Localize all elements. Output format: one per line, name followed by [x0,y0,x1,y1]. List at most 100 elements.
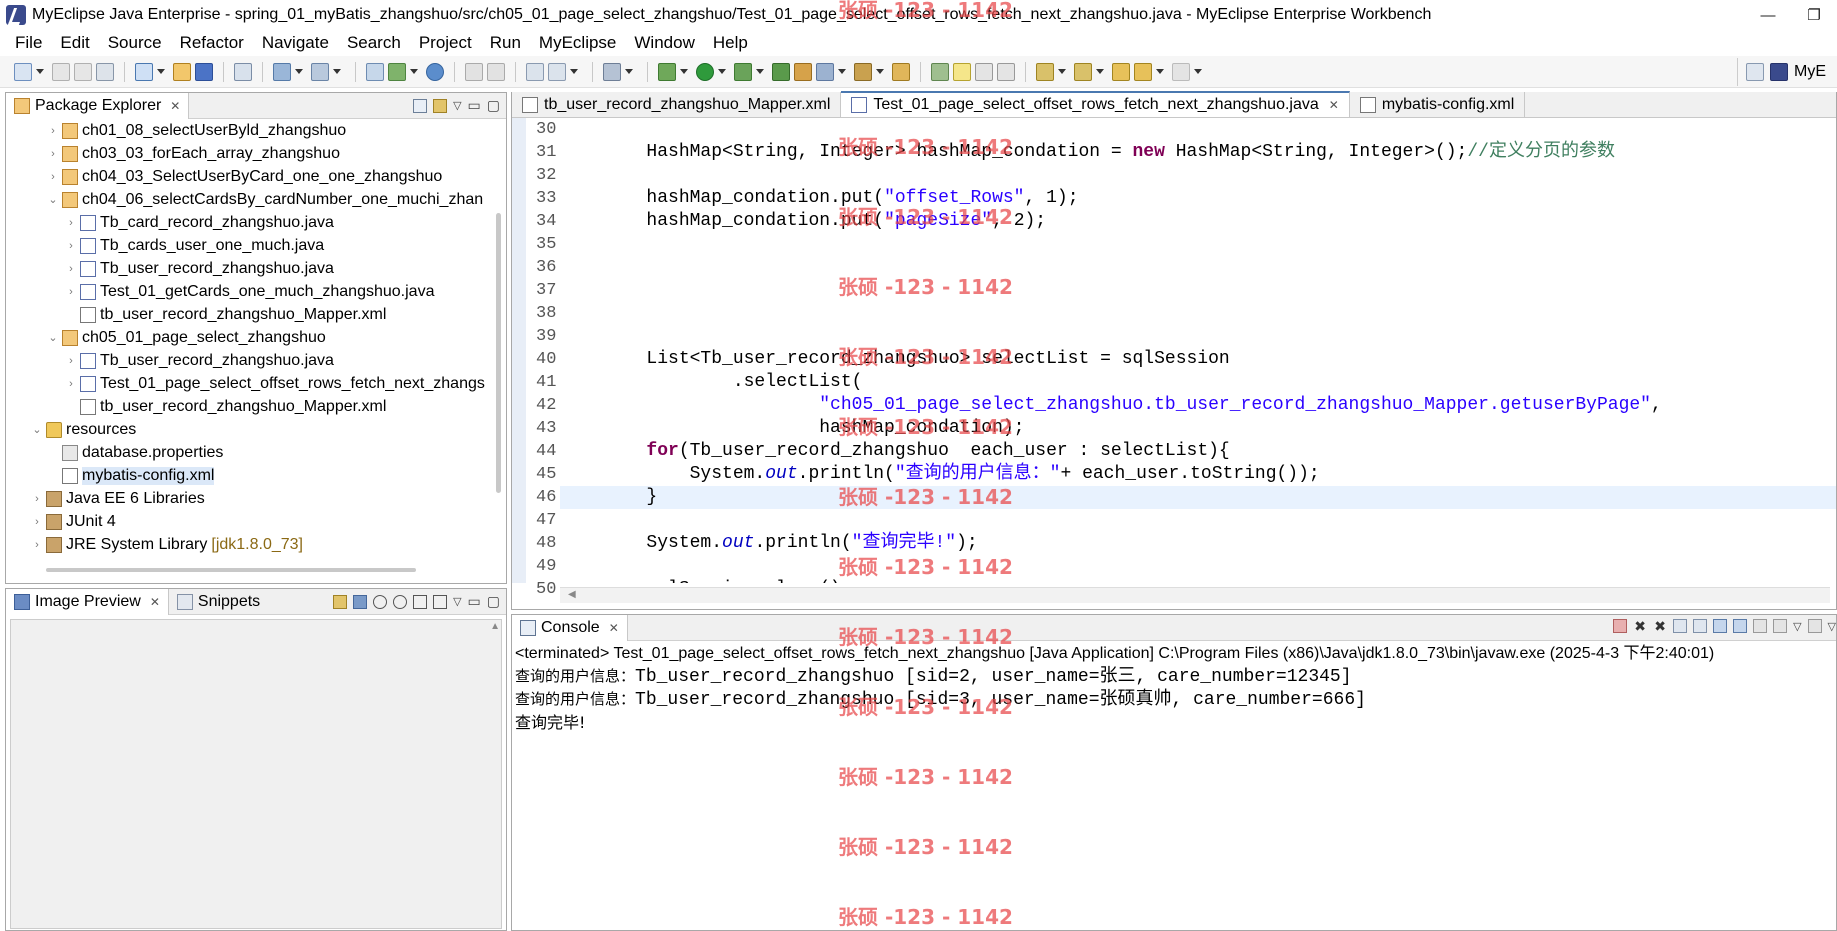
scroll-left-arrow-icon[interactable]: ◀ [568,589,576,600]
maximize-icon[interactable]: ▢ [487,593,500,610]
manage-deployments-icon[interactable] [366,62,384,81]
fit-image-icon[interactable] [353,594,368,609]
run-last-tool-icon[interactable] [734,62,752,81]
new-web-project-icon[interactable] [135,62,153,81]
terminate-icon[interactable] [1613,619,1628,633]
menu-search[interactable]: Search [338,33,410,53]
code-line[interactable]: } [560,486,1836,509]
view-menu-icon[interactable]: ▽ [453,595,461,608]
collapsed-chevron-icon[interactable]: › [30,516,44,528]
display-console-icon[interactable] [1773,619,1788,633]
tree-item[interactable]: database.properties [6,441,496,464]
code-line[interactable]: System.out.println("查询的用户信息："+ each_user… [560,463,1836,486]
collapsed-chevron-icon[interactable]: › [64,240,78,252]
tree-item[interactable]: › ch04_03_SelectUserByCard_one_one_zhangs… [6,165,496,188]
menu-navigate[interactable]: Navigate [253,33,338,53]
code-line[interactable]: List<Tb_user_record_zhangshuo> selectLis… [560,348,1836,371]
tab-snippets[interactable]: Snippets [169,589,268,615]
zoom-in-icon[interactable] [393,594,408,609]
code-line[interactable] [560,279,1836,302]
open-perspective-icon[interactable] [892,62,910,81]
show-on-stderr-icon[interactable] [1733,619,1748,633]
code-line[interactable] [560,302,1836,325]
globe-icon[interactable] [426,62,444,81]
clear-console-icon[interactable] [1673,619,1688,633]
close-icon[interactable]: ✕ [609,621,619,635]
editor-tab[interactable]: Test_01_page_select_offset_rows_fetch_ne… [841,91,1350,117]
code-line[interactable]: System.out.println("查询完毕!"); [560,532,1836,555]
collapsed-chevron-icon[interactable]: › [30,493,44,505]
browser-dropdown-icon[interactable] [410,69,418,74]
code-line[interactable]: .selectList( [560,371,1836,394]
code-line[interactable] [560,555,1836,578]
open-browser-icon[interactable] [388,62,406,81]
scroll-lock-icon[interactable] [1693,619,1708,633]
menu-edit[interactable]: Edit [51,33,98,53]
forward-dropdown-icon[interactable] [1194,69,1202,74]
previous-annotation-dropdown-icon[interactable] [1096,69,1104,74]
open-console-icon[interactable] [1807,619,1822,633]
code-line[interactable]: sqlSession.close(); [560,578,1836,583]
collapsed-chevron-icon[interactable]: › [46,171,60,183]
menu-help[interactable]: Help [704,33,757,53]
show-whitespace-icon[interactable] [997,62,1015,81]
minimize-button[interactable]: — [1745,0,1791,30]
task-dropdown-icon[interactable] [876,69,884,74]
code-line[interactable] [560,118,1836,141]
pin-console-icon[interactable] [1753,619,1768,633]
tab-package-explorer[interactable]: Package Explorer ✕ [6,92,190,119]
tree-item[interactable]: › Java EE 6 Libraries [6,487,496,510]
save-icon[interactable] [52,62,70,81]
run-server-dropdown-icon[interactable] [333,69,341,74]
debug-dropdown-icon[interactable] [680,69,688,74]
new-package-icon[interactable] [816,62,834,81]
collapse-all-icon[interactable] [413,98,428,113]
collapsed-chevron-icon[interactable]: › [64,355,78,367]
collapsed-chevron-icon[interactable]: › [46,148,60,160]
forward-icon[interactable] [1172,62,1190,81]
expanded-chevron-icon[interactable]: ⌄ [46,193,60,206]
collapsed-chevron-icon[interactable]: › [46,125,60,137]
display-console-dropdown-icon[interactable]: ▽ [1793,620,1801,633]
show-on-stdout-icon[interactable] [1713,619,1728,633]
code-line[interactable]: hashMap_condation.put("offset_Rows", 1); [560,187,1836,210]
tree-item[interactable]: tb_user_record_zhangshuo_Mapper.xml [6,395,496,418]
zoom-out-icon[interactable] [373,594,388,609]
db-dropdown-icon[interactable] [570,69,578,74]
remove-all-terminated-icon[interactable]: ✖ [1653,619,1667,633]
tree-item[interactable]: › Tb_card_record_zhangshuo.java [6,211,496,234]
previous-annotation-icon[interactable] [1074,62,1092,81]
coverage-icon[interactable] [772,62,790,81]
server-icon[interactable] [234,62,252,81]
open-console-dropdown-icon[interactable]: ▽ [1828,620,1836,633]
expanded-chevron-icon[interactable]: ⌄ [30,423,44,436]
link-with-editor-icon[interactable] [433,98,448,113]
new-wizard-dropdown-icon[interactable] [838,69,846,74]
save-all-icon[interactable] [74,62,92,81]
tree-item[interactable]: › JUnit 4 [6,510,496,533]
code-line[interactable]: "ch05_01_page_select_zhangshuo.tb_user_r… [560,394,1836,417]
code-area[interactable]: HashMap<String, Integer> hashMap_condati… [560,118,1836,583]
open-task-icon[interactable] [854,62,872,81]
tree-item[interactable]: › ch03_03_forEach_array_zhangshuo [6,142,496,165]
external-tools-dropdown-icon[interactable] [756,69,764,74]
menu-file[interactable]: File [6,33,51,53]
run-server-icon[interactable] [311,62,329,81]
remove-launch-icon[interactable]: ✖ [1633,619,1647,633]
new-dropdown-icon[interactable] [36,69,44,74]
back-icon[interactable] [1134,62,1152,81]
minimize-icon[interactable]: ▭ [468,97,481,114]
view-menu-icon[interactable]: ▽ [453,99,461,112]
code-line[interactable] [560,233,1836,256]
collapsed-chevron-icon[interactable]: › [64,217,78,229]
code-line[interactable] [560,164,1836,187]
tab-image-preview[interactable]: Image Preview ✕ [6,588,169,615]
back-history-icon[interactable] [465,62,483,81]
tree-horizontal-scrollbar[interactable] [46,568,416,572]
new-icon[interactable] [14,62,32,81]
editor-tab[interactable]: mybatis-config.xml [1350,92,1526,117]
minimize-icon[interactable]: ▭ [468,593,481,610]
myeclipse-perspective-button[interactable]: MyE [1737,58,1837,86]
db-explorer-icon[interactable] [548,62,566,81]
deploy-icon[interactable] [273,62,291,81]
